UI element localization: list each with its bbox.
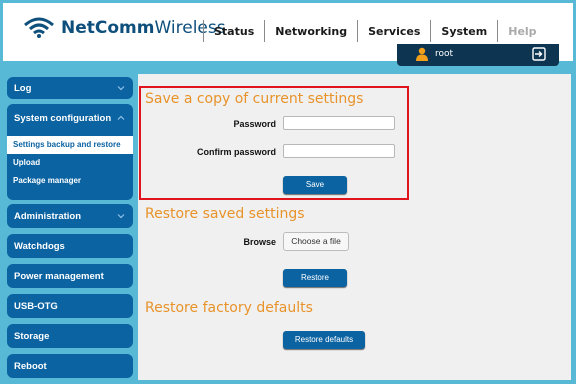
choose-file-button[interactable]: Choose a file (283, 232, 349, 251)
nav-help[interactable]: Help (498, 25, 546, 38)
nav-networking[interactable]: Networking (265, 25, 357, 38)
sidebar-item-label: Storage (14, 331, 50, 342)
restore-defaults-button[interactable]: Restore defaults (283, 331, 365, 349)
sidebar-item-label: Reboot (14, 361, 47, 372)
sidebar-item-label: Watchdogs (14, 241, 65, 252)
sidebar-item-label: Log (14, 83, 32, 94)
browse-label: Browse (243, 237, 276, 247)
sidebar-subitem-package-manager[interactable]: Package manager (7, 172, 133, 190)
sidebar-item-storage[interactable]: Storage (7, 324, 133, 348)
sidebar-subitem-upload[interactable]: Upload (7, 154, 133, 172)
sidebar-item-label: USB-OTG (14, 301, 58, 312)
brand-name: NetCommWireless (61, 18, 226, 38)
nav-services[interactable]: Services (358, 25, 430, 38)
sidebar-item-reboot[interactable]: Reboot (7, 354, 133, 378)
sidebar-item-log[interactable]: Log (7, 77, 133, 99)
highlight-box (139, 86, 409, 200)
main-nav: Status Networking Services System Help (203, 19, 547, 43)
factory-defaults-title: Restore factory defaults (145, 300, 313, 316)
sidebar-subitem-settings-backup[interactable]: Settings backup and restore (7, 136, 133, 154)
sidebar-item-system-configuration[interactable]: System configuration (7, 104, 133, 132)
sidebar-item-usb-otg[interactable]: USB-OTG (7, 294, 133, 318)
brand-logo[interactable]: NetCommWireless (23, 17, 226, 39)
nav-system[interactable]: System (431, 25, 497, 38)
sidebar-item-label: System configuration (14, 113, 112, 124)
username: root (435, 49, 454, 59)
brand-name-bold: NetComm (61, 18, 155, 38)
sidebar-item-watchdogs[interactable]: Watchdogs (7, 234, 133, 258)
restore-button[interactable]: Restore (283, 269, 347, 287)
sidebar-submenu: Settings backup and restore Upload Packa… (7, 136, 133, 190)
sidebar-item-label: Power management (14, 271, 104, 282)
chevron-up-icon (117, 115, 125, 120)
logout-icon[interactable] (532, 47, 546, 61)
chevron-down-icon (117, 214, 125, 219)
restore-settings-title: Restore saved settings (145, 206, 305, 222)
sidebar-item-label: Administration (14, 211, 82, 222)
user-bar: root (397, 44, 559, 66)
wifi-logo-icon (24, 17, 54, 38)
sidebar-item-power-management[interactable]: Power management (7, 264, 133, 288)
chevron-down-icon (117, 86, 125, 91)
user-icon (416, 47, 428, 61)
nav-status[interactable]: Status (204, 25, 264, 38)
sidebar-item-administration[interactable]: Administration (7, 204, 133, 228)
